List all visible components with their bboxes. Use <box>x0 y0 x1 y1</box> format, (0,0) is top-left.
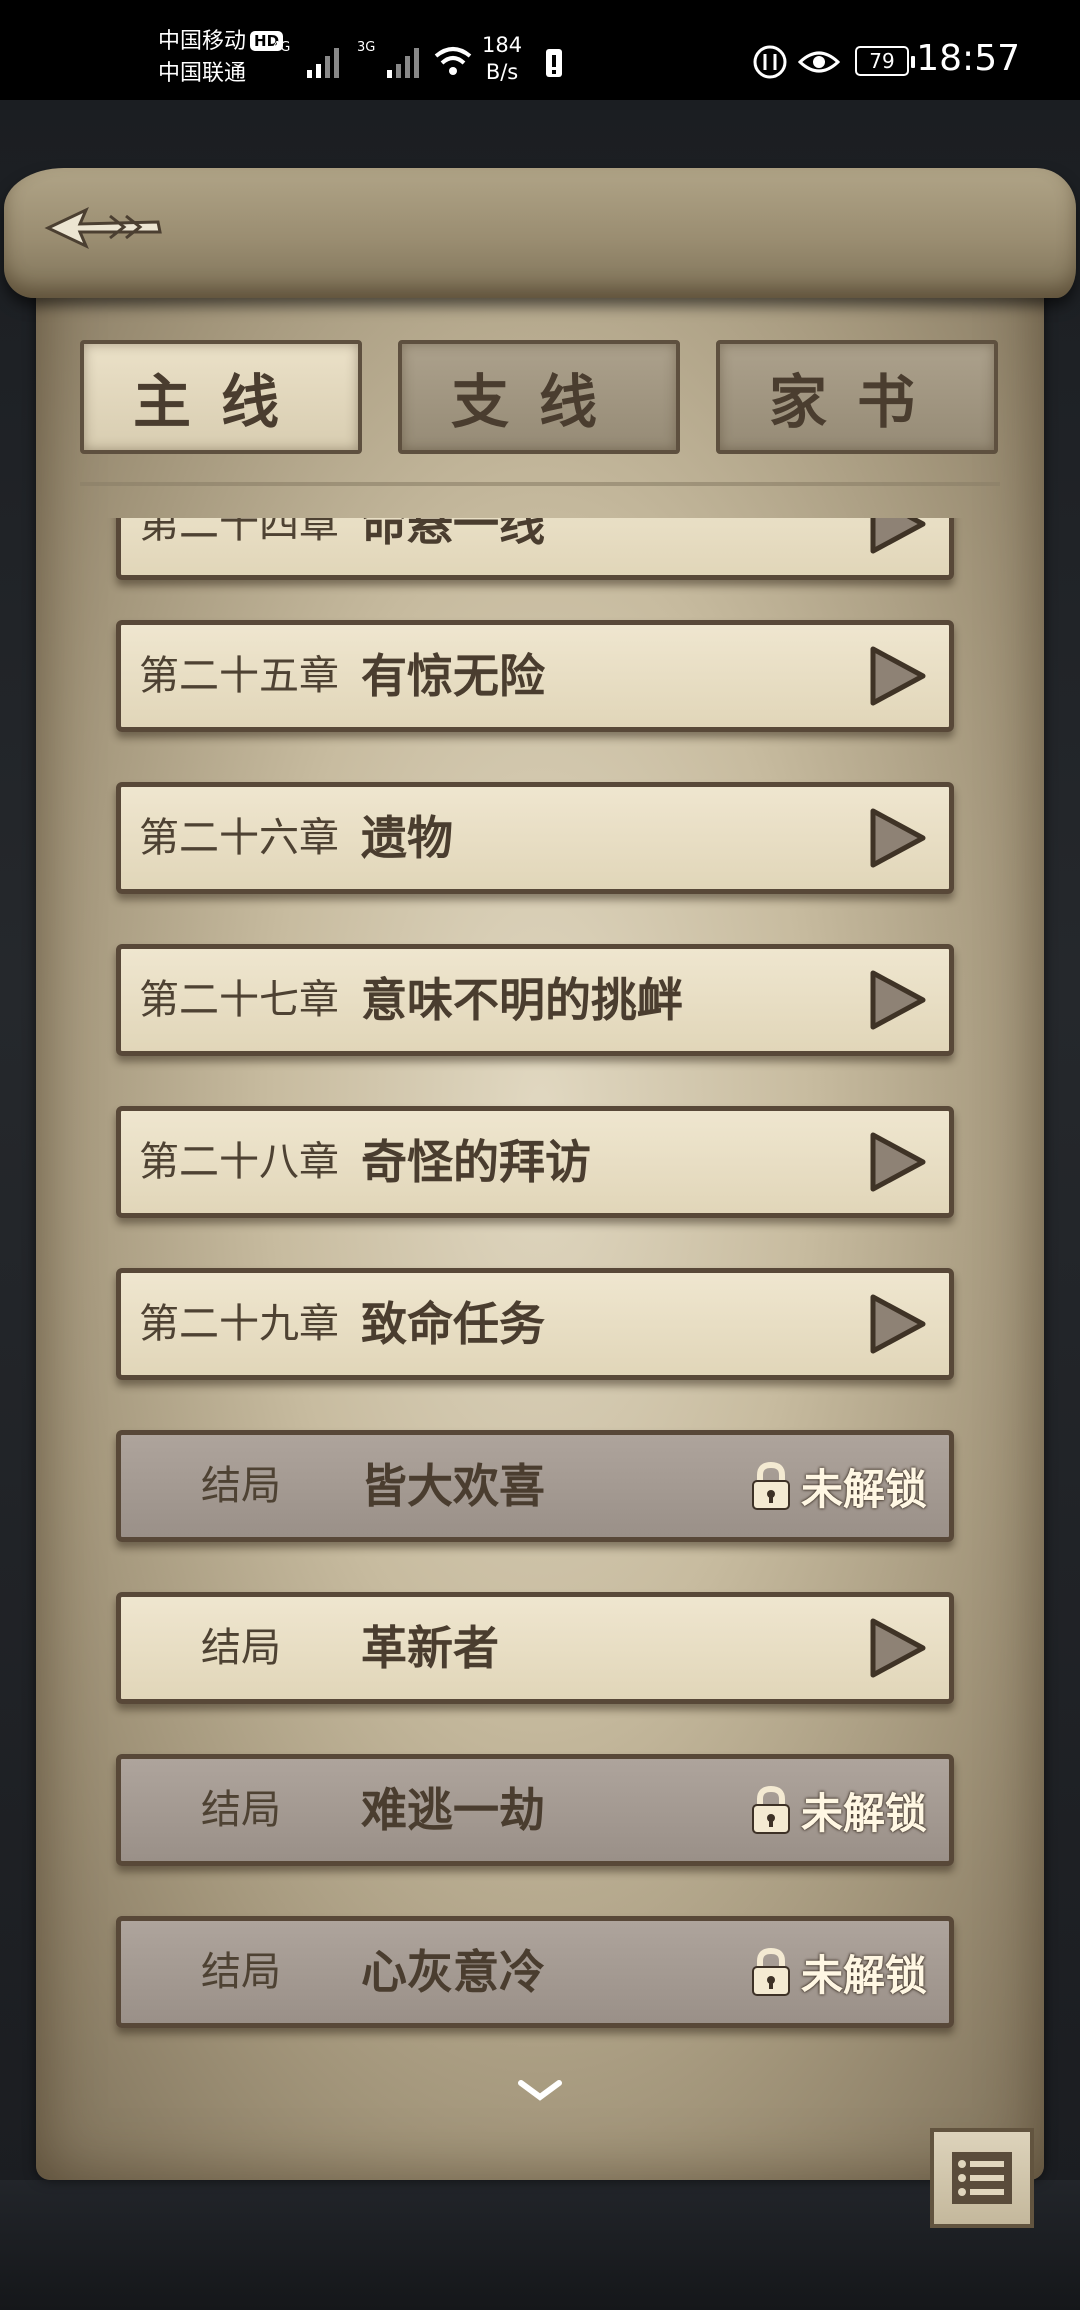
network-type-2: 3G <box>357 40 376 55</box>
locked-label: 未解锁 <box>800 1788 927 1838</box>
ending-label: 结局 <box>201 1949 281 1995</box>
net-speed: 184 B/s <box>482 32 522 86</box>
chapter-title: 命悬一线 <box>361 518 545 551</box>
data-saver-icon <box>753 45 787 79</box>
chapter-row[interactable]: 第二十九章 致命任务 <box>116 1268 954 1380</box>
net-speed-value: 184 <box>482 33 523 57</box>
chapter-title: 遗物 <box>361 811 453 865</box>
ending-title: 革新者 <box>361 1621 499 1675</box>
wifi-icon <box>434 47 472 75</box>
play-triangle-icon[interactable] <box>867 807 927 869</box>
play-triangle-icon[interactable] <box>867 645 927 707</box>
padlock-icon <box>751 1785 790 1834</box>
chapter-number: 第二十五章 <box>139 653 339 699</box>
ending-title: 难逃一劫 <box>361 1783 545 1837</box>
tab-letters[interactable]: 家书 <box>716 340 998 454</box>
chapter-number: 第二十七章 <box>139 977 339 1023</box>
locked-label: 未解锁 <box>800 1464 927 1514</box>
back-arrow-icon[interactable] <box>40 192 170 262</box>
play-triangle-icon[interactable] <box>867 1617 927 1679</box>
locked-indicator: 未解锁 <box>749 1947 927 2000</box>
net-speed-unit: B/s <box>485 60 519 84</box>
chapter-title: 奇怪的拜访 <box>361 1135 591 1189</box>
ending-row-locked[interactable]: 结局 难逃一劫 未解锁 <box>116 1754 954 1866</box>
status-bar: 中国移动 HD 中国联通 4G 3G 184 B/s 79 18:57 <box>0 0 1080 100</box>
chapter-row[interactable]: 第二十四章 命悬一线 <box>116 518 954 580</box>
ending-label: 结局 <box>201 1463 281 1509</box>
ending-row-locked[interactable]: 结局 心灰意冷 未解锁 <box>116 1916 954 2028</box>
ending-label: 结局 <box>201 1787 281 1833</box>
play-triangle-icon[interactable] <box>867 1131 927 1193</box>
chapter-number: 第二十九章 <box>139 1301 339 1347</box>
ending-row-locked[interactable]: 结局 皆大欢喜 未解锁 <box>116 1430 954 1542</box>
network-type-1: 4G <box>272 40 291 55</box>
play-triangle-icon[interactable] <box>867 1293 927 1355</box>
ending-label: 结局 <box>201 1625 281 1671</box>
signal-icon <box>307 48 339 78</box>
ending-title: 皆大欢喜 <box>361 1459 545 1513</box>
eye-comfort-icon <box>798 51 840 73</box>
signal-icon-2 <box>387 48 419 78</box>
locked-label: 未解锁 <box>800 1950 927 2000</box>
locked-indicator: 未解锁 <box>749 1785 927 1838</box>
chapter-row[interactable]: 第二十七章 意味不明的挑衅 <box>116 944 954 1056</box>
tab-side-story[interactable]: 支线 <box>398 340 680 454</box>
padlock-icon <box>751 1947 790 1996</box>
chapter-row[interactable]: 第二十六章 遗物 <box>116 782 954 894</box>
chapter-row[interactable]: 第二十五章 有惊无险 <box>116 620 954 732</box>
padlock-icon <box>751 1461 790 1510</box>
alert-battery-icon <box>546 49 562 77</box>
locked-indicator: 未解锁 <box>749 1461 927 1514</box>
list-menu-icon <box>952 2152 1012 2204</box>
tab-divider <box>80 482 1000 486</box>
tab-bar: 主线 支线 家书 <box>80 340 1000 456</box>
play-triangle-icon[interactable] <box>867 969 927 1031</box>
chapter-list[interactable]: 第二十四章 命悬一线 第二十五章 有惊无险 第二十六章 遗物 第二十七章 意味不… <box>80 518 1000 2043</box>
ending-row[interactable]: 结局 革新者 <box>116 1592 954 1704</box>
chapter-title: 有惊无险 <box>361 649 545 703</box>
chevron-down-icon[interactable] <box>515 2075 565 2105</box>
chapter-row[interactable]: 第二十八章 奇怪的拜访 <box>116 1106 954 1218</box>
menu-button[interactable] <box>930 2128 1034 2228</box>
carrier-info: 中国移动 HD 中国联通 <box>158 26 284 90</box>
chapter-number: 第二十四章 <box>139 518 339 547</box>
play-triangle-icon[interactable] <box>867 518 927 555</box>
ending-title: 心灰意冷 <box>361 1945 545 1999</box>
carrier-1: 中国移动 <box>158 29 247 54</box>
chapter-title: 致命任务 <box>361 1297 545 1351</box>
carrier-2: 中国联通 <box>158 61 247 86</box>
battery-indicator: 79 <box>855 46 915 76</box>
chapter-number: 第二十六章 <box>139 815 339 861</box>
tab-main-story[interactable]: 主线 <box>80 340 362 454</box>
chapter-title: 意味不明的挑衅 <box>361 973 683 1027</box>
chapter-number: 第二十八章 <box>139 1139 339 1185</box>
clock: 18:57 <box>916 38 1020 79</box>
floor-background <box>0 2180 1080 2310</box>
